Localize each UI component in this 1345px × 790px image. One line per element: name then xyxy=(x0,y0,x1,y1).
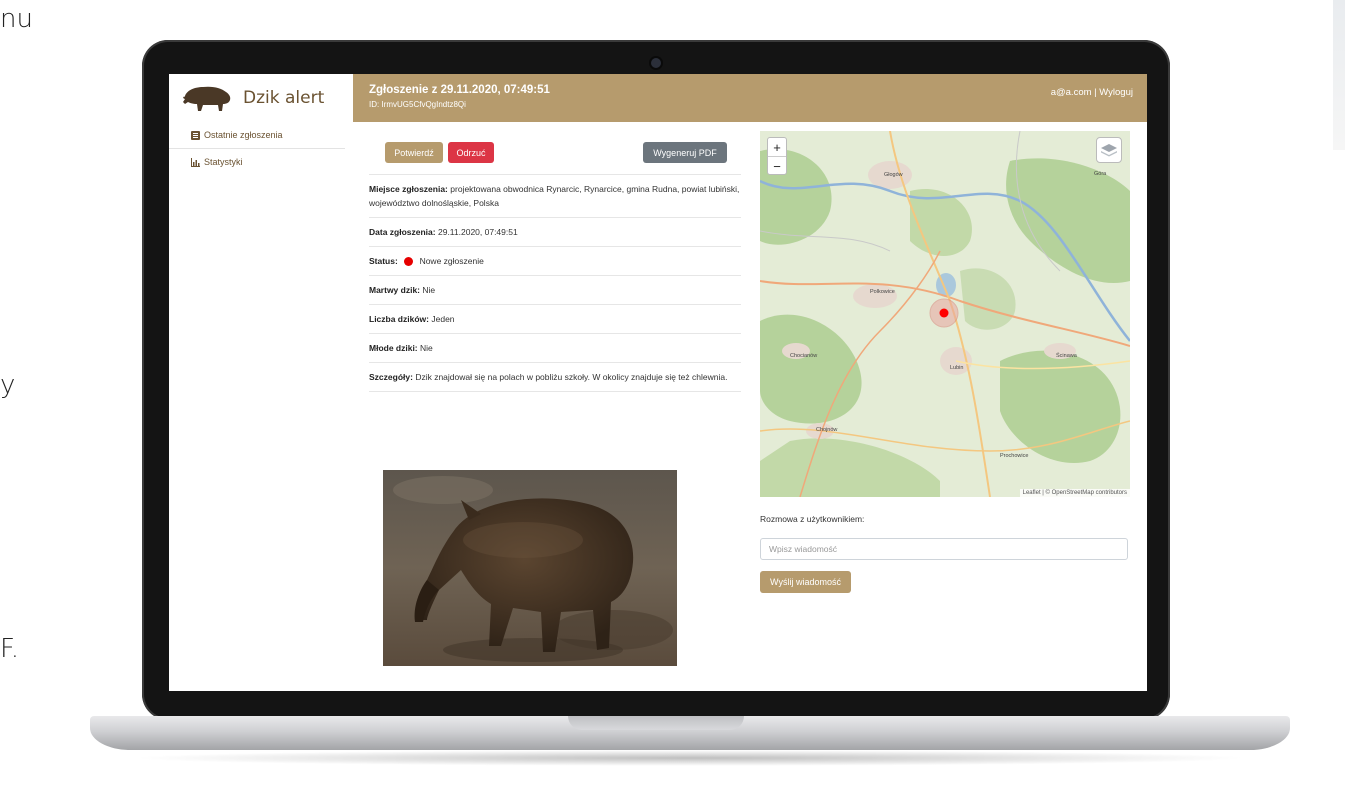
confirm-button[interactable]: Potwierdź xyxy=(385,142,443,163)
chart-icon xyxy=(191,157,200,167)
detail-label: Liczba dzików: xyxy=(369,314,429,324)
map-place-label: Chocianów xyxy=(790,353,818,359)
layers-button[interactable] xyxy=(1096,137,1122,163)
status-dot-icon xyxy=(404,257,414,267)
map-place-label: Prochowice xyxy=(1000,453,1029,459)
detail-location: Miejsce zgłoszenia: projektowana obwodni… xyxy=(369,174,741,217)
send-message-button[interactable]: Wyślij wiadomość xyxy=(760,571,851,593)
reject-button[interactable]: Odrzuć xyxy=(448,142,494,163)
detail-count: Liczba dzików: Jeden xyxy=(369,304,741,333)
detail-label: Miejsce zgłoszenia: xyxy=(369,184,448,194)
detail-description: Szczegóły: Dzik znajdował się na polach … xyxy=(369,362,741,392)
detail-value: Jeden xyxy=(431,314,455,324)
background-text-1: nu xyxy=(0,4,33,34)
sidebar-item-recent-reports[interactable]: Ostatnie zgłoszenia xyxy=(169,122,345,149)
page-title: Zgłoszenie z 29.11.2020, 07:49:51 xyxy=(369,84,550,96)
background-text-2: y xyxy=(0,370,16,400)
user-links-separator: | xyxy=(1094,87,1097,98)
list-icon xyxy=(191,130,200,140)
detail-young: Młode dziki: Nie xyxy=(369,333,741,362)
detail-date: Data zgłoszenia: 29.11.2020, 07:49:51 xyxy=(369,217,741,246)
boar-logo-icon xyxy=(183,86,231,111)
detail-value: 29.11.2020, 07:49:51 xyxy=(437,227,518,237)
report-id: ID: IrmvUG5CfvQgIndtz8Qi xyxy=(369,100,466,109)
generate-pdf-button[interactable]: Wygeneruj PDF xyxy=(643,142,727,163)
user-links: a@a.com | Wyloguj xyxy=(1051,87,1133,98)
brand[interactable]: Dzik alert xyxy=(169,74,353,122)
detail-value: Nie xyxy=(422,285,436,295)
map-place-label: Polkowice xyxy=(870,289,895,295)
map-place-label: Głogów xyxy=(884,172,903,178)
sidebar-item-statistics[interactable]: Statystyki xyxy=(169,149,353,175)
detail-value: Dzik znajdował się na polach w pobliżu s… xyxy=(415,372,728,382)
user-email-link[interactable]: a@a.com xyxy=(1051,87,1092,98)
location-map[interactable]: Głogów Polkowice Chocianów Lubin Ścinawa… xyxy=(760,131,1130,497)
laptop-shadow xyxy=(130,750,1250,766)
detail-label: Młode dziki: xyxy=(369,343,418,353)
background-text-3: F. xyxy=(0,634,20,664)
detail-label: Status: xyxy=(369,256,398,266)
sidebar-item-label: Ostatnie zgłoszenia xyxy=(204,130,283,140)
boar-photo-image xyxy=(383,470,677,666)
background-decoration xyxy=(1333,0,1345,150)
header-bar: Zgłoszenie z 29.11.2020, 07:49:51 ID: Ir… xyxy=(353,74,1147,122)
details-list: Miejsce zgłoszenia: projektowana obwodni… xyxy=(369,174,741,392)
brand-name: Dzik alert xyxy=(243,88,325,108)
message-input[interactable]: Wpisz wiadomość xyxy=(760,538,1128,560)
laptop-notch xyxy=(568,716,744,730)
map-place-label: Ścinawa xyxy=(1056,353,1077,359)
detail-value: Nie xyxy=(420,343,433,353)
layers-icon xyxy=(1101,144,1117,157)
map-tiles xyxy=(760,131,1130,497)
app-screen: Dzik alert Ostatnie zgłoszenia Statystyk… xyxy=(169,74,1147,691)
detail-label: Martwy dzik: xyxy=(369,285,421,295)
sidebar: Dzik alert Ostatnie zgłoszenia Statystyk… xyxy=(169,74,353,691)
detail-label: Szczegóły: xyxy=(369,372,413,382)
report-photo[interactable] xyxy=(383,470,677,666)
sidebar-item-label: Statystyki xyxy=(204,157,243,167)
detail-label: Data zgłoszenia: xyxy=(369,227,436,237)
zoom-out-button[interactable]: − xyxy=(768,157,786,175)
status-badge: Nowe zgłoszenie xyxy=(419,256,484,266)
detail-status: Status: Nowe zgłoszenie xyxy=(369,246,741,275)
chat-label: Rozmowa z użytkownikiem: xyxy=(760,514,865,524)
map-place-label: Lubin xyxy=(950,365,964,371)
laptop-camera xyxy=(651,58,661,68)
map-place-label: Góra xyxy=(1094,171,1107,177)
map-place-label: Chojnów xyxy=(816,427,838,433)
zoom-in-button[interactable]: + xyxy=(768,138,786,157)
map-zoom-control: + − xyxy=(767,137,787,175)
logout-link[interactable]: Wyloguj xyxy=(1099,87,1133,98)
detail-dead: Martwy dzik: Nie xyxy=(369,275,741,304)
map-attribution[interactable]: Leaflet | © OpenStreetMap contributors xyxy=(1019,489,1130,497)
